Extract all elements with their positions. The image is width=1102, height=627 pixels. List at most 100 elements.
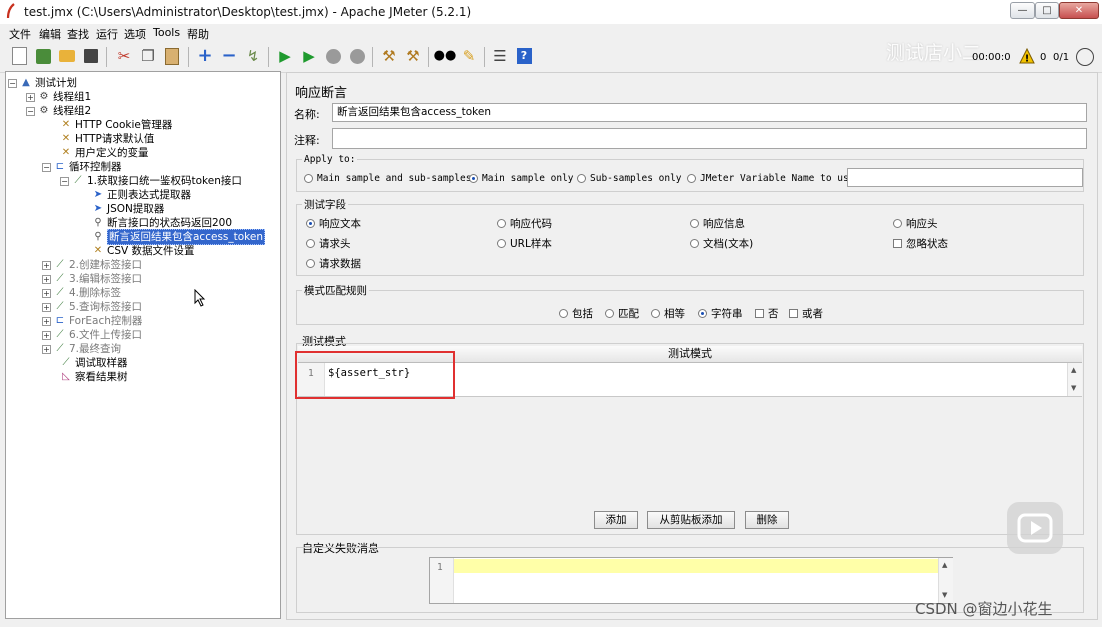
scrollbar[interactable]: ▲ ▼ [1067, 363, 1082, 396]
toggle-icon[interactable]: ↯ [243, 46, 263, 66]
tree-node[interactable]: ⚲ 断言接口的状态码返回200 [92, 216, 232, 230]
comment-field[interactable] [332, 128, 1087, 149]
ignore-status-checkbox[interactable]: 忽略状态 [893, 236, 948, 251]
apply-variable-radio[interactable]: JMeter Variable Name to use [687, 173, 854, 184]
clear-all-icon[interactable]: ⚒ [403, 46, 423, 66]
field-response-message-radio[interactable]: 响应信息 [690, 216, 745, 231]
match-or-checkbox[interactable]: 或者 [789, 306, 823, 321]
add-from-clipboard-button[interactable]: 从剪贴板添加 [647, 511, 735, 529]
save-icon[interactable] [81, 46, 101, 66]
start-no-pauses-icon[interactable]: ▶ [299, 46, 319, 66]
tree-node[interactable]: + ⟋ 6.文件上传接口 [42, 328, 142, 342]
match-not-checkbox[interactable]: 否 [755, 306, 779, 321]
menu-tools[interactable]: Tools [153, 26, 180, 39]
menu-options[interactable]: 选项 [124, 26, 146, 42]
tree-node-label: 正则表达式提取器 [107, 189, 191, 201]
open-icon[interactable] [57, 46, 77, 66]
scroll-down-icon[interactable]: ▼ [1071, 384, 1076, 392]
menu-run[interactable]: 运行 [96, 26, 118, 42]
tree-node[interactable]: + ⟋ 5.查询标签接口 [42, 300, 142, 314]
expand-node-icon[interactable]: + [42, 302, 51, 312]
collapse-node-icon[interactable]: − [8, 78, 17, 88]
tree-node[interactable]: + ⟋ 4.删除标签 [42, 286, 121, 300]
field-response-code-radio[interactable]: 响应代码 [497, 216, 552, 231]
tree-node[interactable]: + ⟋ 7.最终查询 [42, 342, 121, 356]
tree-node[interactable]: − ⟋ 1.获取接口统一鉴权码token接口 [60, 174, 242, 188]
field-url-radio[interactable]: URL样本 [497, 236, 552, 251]
tree-node[interactable]: ◺ 察看结果树 [60, 370, 127, 384]
failure-message-editor[interactable]: 1 ▲ ▼ [429, 557, 953, 604]
clear-icon[interactable]: ⚒ [379, 46, 399, 66]
field-response-text-radio[interactable]: 响应文本 [306, 216, 361, 231]
maximize-button[interactable]: □ [1035, 2, 1059, 19]
collapse-node-icon[interactable]: − [42, 162, 51, 172]
menu-help[interactable]: 帮助 [187, 26, 209, 42]
expand-node-icon[interactable]: + [42, 260, 51, 270]
tree-node[interactable]: + ⊏ ForEach控制器 [42, 314, 142, 328]
reset-search-icon[interactable]: ✎ [459, 46, 479, 66]
paste-icon[interactable] [162, 46, 182, 66]
search-icon[interactable]: ●● [434, 46, 457, 66]
expand-icon[interactable]: + [195, 46, 215, 66]
menu-edit[interactable]: 编辑 [39, 26, 61, 42]
tree-node[interactable]: ✕ HTTP Cookie管理器 [60, 118, 173, 132]
expand-node-icon[interactable]: + [42, 344, 51, 354]
field-request-headers-radio[interactable]: 请求头 [306, 236, 351, 251]
menu-file[interactable]: 文件 [9, 26, 31, 42]
tree-node[interactable]: − ⊏ 循环控制器 [42, 160, 122, 174]
scrollbar[interactable]: ▲ ▼ [938, 558, 953, 603]
expand-node-icon[interactable]: + [26, 92, 35, 102]
tree-node[interactable]: ⚲ 断言返回结果包含access_token [92, 229, 265, 245]
expand-node-icon[interactable]: + [42, 274, 51, 284]
scroll-up-icon[interactable]: ▲ [942, 561, 947, 569]
apply-main-and-sub-radio[interactable]: Main sample and sub-samples [304, 173, 471, 184]
test-plan-tree[interactable]: − ▲ 测试计划 + ⚙ 线程组1− ⚙ 线程组2 ✕ HTTP Cookie管理器 ✕ HTTP请求… [5, 71, 281, 619]
minimize-button[interactable]: — [1010, 2, 1035, 19]
tree-node[interactable]: ✕ 用户定义的变量 [60, 146, 149, 160]
match-substring-radio[interactable]: 字符串 [698, 306, 743, 321]
tree-node[interactable]: − ⚙ 线程组2 [26, 104, 91, 118]
shutdown-icon[interactable] [347, 46, 367, 66]
tree-node[interactable]: ✕ CSV 数据文件设置 [92, 244, 195, 258]
stop-icon[interactable] [323, 46, 343, 66]
match-contains-radio[interactable]: 包括 [559, 306, 593, 321]
templates-icon[interactable] [33, 46, 53, 66]
field-request-data-radio[interactable]: 请求数据 [306, 256, 361, 271]
new-icon[interactable] [9, 46, 29, 66]
toolbar: ✂ ❐ + − ↯ ▶ ▶ ⚒ ⚒ ●● ✎ ☰ ? 测试店小二 00:00:0… [0, 42, 1102, 73]
tree-node[interactable]: + ⚙ 线程组1 [26, 90, 91, 104]
match-matches-radio[interactable]: 匹配 [605, 306, 639, 321]
apply-sub-only-radio[interactable]: Sub-samples only [577, 173, 682, 184]
apply-main-only-radio[interactable]: Main sample only [469, 173, 574, 184]
close-button[interactable]: ✕ [1059, 2, 1099, 19]
name-field[interactable]: 断言返回结果包含access_token [332, 103, 1087, 122]
expand-node-icon[interactable]: + [42, 288, 51, 298]
field-request-data-label: 请求数据 [319, 258, 361, 270]
start-icon[interactable]: ▶ [275, 46, 295, 66]
field-document-radio[interactable]: 文档(文本) [690, 236, 753, 251]
collapse-node-icon[interactable]: − [26, 106, 35, 116]
help-icon[interactable]: ? [514, 46, 534, 66]
tree-node[interactable]: ✕ HTTP请求默认值 [60, 132, 155, 146]
cut-icon[interactable]: ✂ [114, 46, 134, 66]
expand-node-icon[interactable]: + [42, 330, 51, 340]
match-equals-radio[interactable]: 相等 [651, 306, 685, 321]
tree-node[interactable]: ➤ JSON提取器 [92, 202, 165, 216]
menu-search[interactable]: 查找 [67, 26, 89, 42]
collapse-node-icon[interactable]: − [60, 176, 69, 186]
add-button[interactable]: 添加 [594, 511, 638, 529]
scroll-up-icon[interactable]: ▲ [1071, 366, 1076, 374]
delete-button[interactable]: 删除 [745, 511, 789, 529]
variable-name-field[interactable] [847, 168, 1083, 187]
collapse-icon[interactable]: − [219, 46, 239, 66]
copy-icon[interactable]: ❐ [138, 46, 158, 66]
tree-node[interactable]: + ⟋ 3.编辑标签接口 [42, 272, 142, 286]
toolbar-separator [106, 47, 107, 67]
tree-node[interactable]: ⟋ 调试取样器 [60, 356, 128, 370]
expand-node-icon[interactable]: + [42, 316, 51, 326]
tree-node[interactable]: ➤ 正则表达式提取器 [92, 188, 191, 202]
field-response-headers-radio[interactable]: 响应头 [893, 216, 938, 231]
tree-node[interactable]: + ⟋ 2.创建标签接口 [42, 258, 142, 272]
tree-node[interactable]: − ▲ 测试计划 [8, 76, 77, 90]
function-helper-icon[interactable]: ☰ [490, 46, 510, 66]
